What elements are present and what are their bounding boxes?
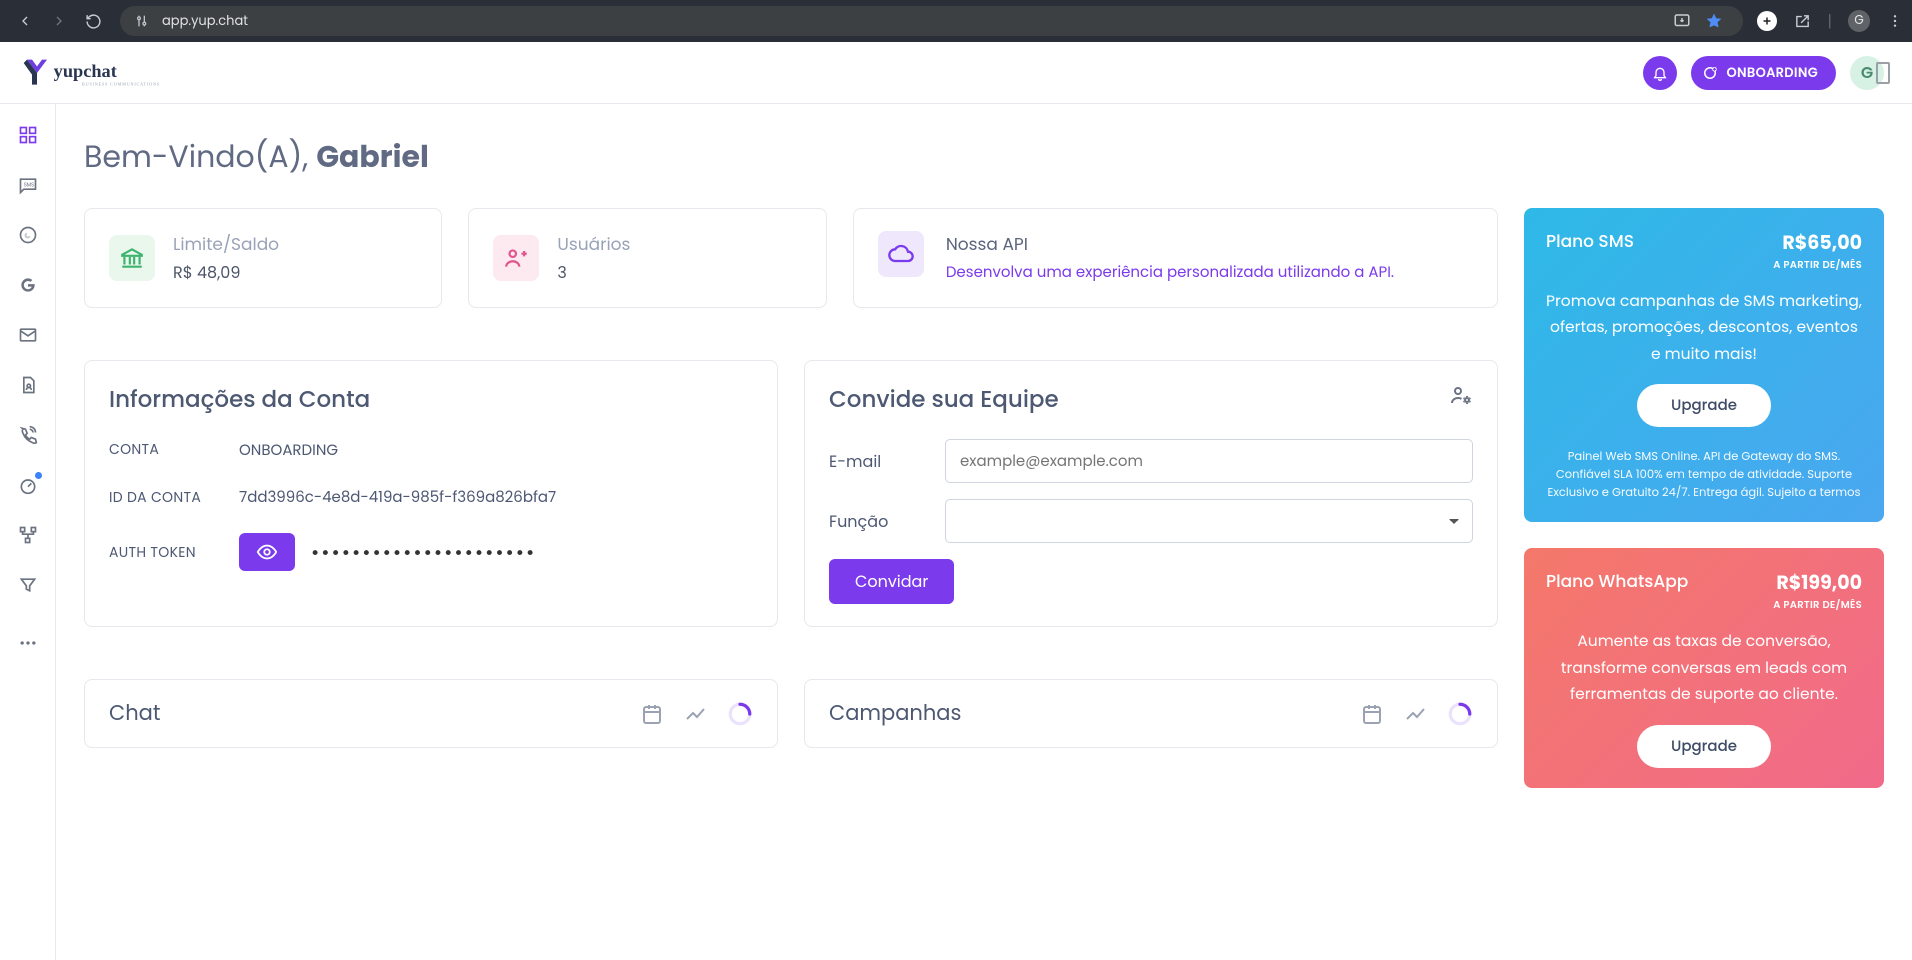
reveal-token-button[interactable] <box>239 533 295 571</box>
campaigns-card: Campanhas <box>804 679 1498 748</box>
promo-wa-desc: Aumente as taxas de conversão, transform… <box>1546 629 1862 708</box>
promo-sms-card: Plano SMS R$65,00 A PARTIR DE/MÊS Promov… <box>1524 208 1884 522</box>
invite-title: Convide sua Equipe <box>829 383 1059 417</box>
app-header: yupchat BUSINESS COMMUNICATIONS ONBOARDI… <box>0 42 1912 104</box>
auth-token-label: AUTH TOKEN <box>109 541 239 563</box>
welcome-greeting: Bem-Vindo(A), <box>84 135 308 178</box>
browser-profile-avatar[interactable]: G <box>1848 10 1870 32</box>
invite-button[interactable]: Convidar <box>829 559 954 604</box>
site-settings-icon[interactable] <box>134 12 152 30</box>
chat-title: Chat <box>109 698 161 729</box>
extensions-icon[interactable] <box>1793 12 1811 30</box>
left-sidebar: SMS <box>0 104 56 960</box>
balance-label: Limite/Saldo <box>173 231 279 257</box>
bookmark-star-icon[interactable] <box>1705 12 1723 30</box>
nav-reload-icon[interactable] <box>84 12 102 30</box>
nav-filter-icon[interactable] <box>17 574 39 596</box>
promo-wa-upgrade-button[interactable]: Upgrade <box>1637 725 1771 768</box>
role-label: Função <box>829 509 945 534</box>
email-label: E-mail <box>829 449 945 474</box>
browser-toolbar: app.yup.chat | G <box>0 0 1912 42</box>
manage-team-icon[interactable] <box>1449 383 1473 407</box>
users-card: Usuários 3 <box>468 208 826 308</box>
api-card[interactable]: Nossa API Desenvolva uma experiência per… <box>853 208 1498 308</box>
nav-more-icon[interactable] <box>17 632 39 654</box>
nav-google-icon[interactable] <box>17 274 39 296</box>
svg-text:BUSINESS COMMUNICATIONS: BUSINESS COMMUNICATIONS <box>82 81 160 86</box>
trend-icon[interactable] <box>1403 701 1429 727</box>
promo-wa-title: Plano WhatsApp <box>1546 568 1688 594</box>
balance-value: R$ 48,09 <box>173 260 279 285</box>
users-label: Usuários <box>557 231 630 257</box>
account-title: Informações da Conta <box>109 383 753 417</box>
nav-voice-icon[interactable] <box>17 424 39 446</box>
users-icon <box>493 235 539 281</box>
calendar-icon[interactable] <box>639 701 665 727</box>
promo-sms-foot: Painel Web SMS Online. API de Gateway do… <box>1546 449 1862 502</box>
promo-wa-per: A PARTIR DE/MÊS <box>1773 597 1862 613</box>
promo-wa-price: R$199,00 <box>1773 568 1862 597</box>
promo-sms-price: R$65,00 <box>1773 228 1862 257</box>
logo[interactable]: yupchat BUSINESS COMMUNICATIONS <box>22 56 172 90</box>
svg-text:yupchat: yupchat <box>54 61 118 81</box>
loading-spinner-icon <box>727 701 753 727</box>
promo-whatsapp-card: Plano WhatsApp R$199,00 A PARTIR DE/MÊS … <box>1524 548 1884 787</box>
welcome-heading: Bem-Vindo(A), Gabriel <box>84 134 1884 180</box>
promo-sms-per: A PARTIR DE/MÊS <box>1773 257 1862 273</box>
balance-card: Limite/Saldo R$ 48,09 <box>84 208 442 308</box>
account-id-label: ID DA CONTA <box>109 486 239 509</box>
bank-icon <box>109 235 155 281</box>
cloud-icon <box>878 231 924 277</box>
nav-email-icon[interactable] <box>17 324 39 346</box>
account-value: ONBOARDING <box>239 439 338 462</box>
calendar-icon[interactable] <box>1359 701 1385 727</box>
role-select[interactable] <box>945 499 1473 543</box>
browser-menu-icon[interactable] <box>1886 12 1904 30</box>
nav-flow-icon[interactable] <box>17 524 39 546</box>
invite-team-card: Convide sua Equipe E-mail Função Convida… <box>804 360 1498 627</box>
promo-sms-title: Plano SMS <box>1546 228 1634 254</box>
nav-sms-icon[interactable]: SMS <box>17 174 39 196</box>
battery-icon <box>1876 62 1890 84</box>
onboarding-button[interactable]: ONBOARDING <box>1691 56 1836 90</box>
main-content: Bem-Vindo(A), Gabriel Limite/Saldo R$ 48… <box>56 104 1912 960</box>
api-label: Nossa API <box>946 231 1394 257</box>
browser-omnibox[interactable]: app.yup.chat <box>120 6 1743 36</box>
url-text: app.yup.chat <box>162 11 248 31</box>
loading-spinner-icon <box>1447 701 1473 727</box>
new-tab-plus-icon[interactable] <box>1757 11 1777 31</box>
welcome-name: Gabriel <box>316 135 429 178</box>
auth-token-masked: •••••••••••••••••••••• <box>311 537 536 567</box>
users-value: 3 <box>557 260 630 285</box>
nav-speed-icon[interactable] <box>17 474 39 496</box>
account-label: CONTA <box>109 439 239 462</box>
api-desc: Desenvolva uma experiência personalizada… <box>946 261 1394 284</box>
chat-card: Chat <box>84 679 778 748</box>
account-info-card: Informações da Conta CONTA ONBOARDING ID… <box>84 360 778 627</box>
email-input[interactable] <box>945 439 1473 483</box>
onboarding-label: ONBOARDING <box>1727 63 1818 83</box>
nav-forward-icon[interactable] <box>50 12 68 30</box>
trend-icon[interactable] <box>683 701 709 727</box>
notifications-bell-button[interactable] <box>1643 56 1677 90</box>
nav-document-icon[interactable] <box>17 374 39 396</box>
install-app-icon[interactable] <box>1673 12 1691 30</box>
campaigns-title: Campanhas <box>829 698 961 729</box>
promo-sms-upgrade-button[interactable]: Upgrade <box>1637 384 1771 427</box>
account-id-value: 7dd3996c-4e8d-419a-985f-f369a826bfa7 <box>239 486 556 509</box>
nav-dashboard-icon[interactable] <box>17 124 39 146</box>
promo-sms-desc: Promova campanhas de SMS marketing, ofer… <box>1546 289 1862 368</box>
svg-text:SMS: SMS <box>23 182 33 189</box>
nav-back-icon[interactable] <box>16 12 34 30</box>
nav-whatsapp-icon[interactable] <box>17 224 39 246</box>
